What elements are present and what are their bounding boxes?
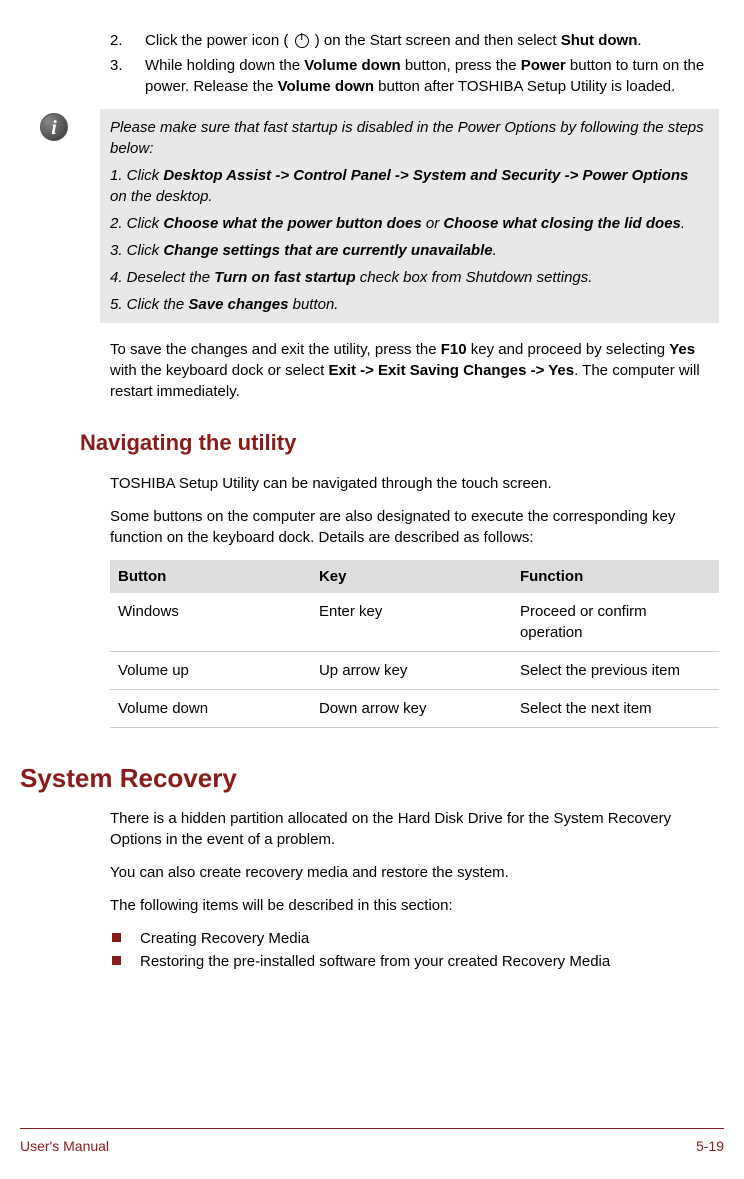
table-row: Windows Enter key Proceed or confirm ope… [110, 593, 719, 652]
note-content: Please make sure that fast startup is di… [100, 109, 719, 323]
th-button: Button [110, 560, 311, 593]
cell: Select the previous item [512, 651, 719, 689]
text: 1. Click [110, 167, 163, 184]
nav-table: Button Key Function Windows Enter key Pr… [110, 560, 719, 728]
text: . [681, 215, 685, 232]
bold-text: Shut down [561, 32, 638, 49]
bold-text: Choose what closing the lid does [443, 215, 681, 232]
recovery-p2: You can also create recovery media and r… [110, 862, 719, 883]
note-intro: Please make sure that fast startup is di… [110, 117, 709, 159]
text: 4. Deselect the [110, 269, 214, 286]
recovery-p1: There is a hidden partition allocated on… [110, 808, 719, 850]
bold-text: Exit -> Exit Saving Changes -> Yes [328, 362, 574, 379]
text: To save the changes and exit the utility… [110, 341, 441, 358]
bold-text: Choose what the power button does [163, 215, 421, 232]
text: . [637, 32, 641, 49]
step-number: 3. [110, 55, 145, 97]
list-step-2: 2. Click the power icon ( ) on the Start… [110, 30, 719, 51]
text: with the keyboard dock or select [110, 362, 328, 379]
bold-text: Turn on fast startup [214, 269, 355, 286]
text: ) on the Start screen and then select [311, 32, 561, 49]
text: 3. Click [110, 242, 163, 259]
table-header-row: Button Key Function [110, 560, 719, 593]
cell: Proceed or confirm operation [512, 593, 719, 652]
text: key and proceed by selecting [467, 341, 670, 358]
bold-text: Power [521, 57, 566, 74]
nav-p1: TOSHIBA Setup Utility can be navigated t… [110, 473, 719, 494]
text: button. [288, 296, 338, 313]
heading-system-recovery: System Recovery [20, 760, 719, 796]
text: . [493, 242, 497, 259]
footer-left: User's Manual [20, 1137, 109, 1157]
bold-text: Desktop Assist -> Control Panel -> Syste… [163, 167, 688, 184]
cell: Volume down [110, 689, 311, 727]
th-key: Key [311, 560, 512, 593]
bold-text: Volume down [304, 57, 400, 74]
bold-text: Change settings that are currently unava… [163, 242, 492, 259]
step-text: Click the power icon ( ) on the Start sc… [145, 30, 719, 51]
text: check box from Shutdown settings. [356, 269, 593, 286]
power-icon [295, 34, 309, 48]
cell: Windows [110, 593, 311, 652]
table-row: Volume up Up arrow key Select the previo… [110, 651, 719, 689]
list-item: Restoring the pre-installed software fro… [110, 951, 719, 972]
note-step-4: 4. Deselect the Turn on fast startup che… [110, 267, 709, 288]
text: or [422, 215, 444, 232]
note-icon-wrapper: i [35, 109, 100, 323]
bold-text: F10 [441, 341, 467, 358]
th-function: Function [512, 560, 719, 593]
cell: Enter key [311, 593, 512, 652]
info-icon: i [40, 113, 68, 141]
cell: Select the next item [512, 689, 719, 727]
cell: Up arrow key [311, 651, 512, 689]
text: Click the power icon ( [145, 32, 293, 49]
footer-right: 5-19 [696, 1137, 724, 1157]
recovery-bullets: Creating Recovery Media Restoring the pr… [110, 928, 719, 972]
note-step-2: 2. Click Choose what the power button do… [110, 213, 709, 234]
bold-text: Save changes [188, 296, 288, 313]
text: button after TOSHIBA Setup Utility is lo… [374, 78, 675, 95]
list-item: Creating Recovery Media [110, 928, 719, 949]
step-text: While holding down the Volume down butto… [145, 55, 719, 97]
step-number: 2. [110, 30, 145, 51]
bold-text: Yes [669, 341, 695, 358]
text: While holding down the [145, 57, 304, 74]
text: on the desktop. [110, 188, 213, 205]
cell: Down arrow key [311, 689, 512, 727]
note-step-3: 3. Click Change settings that are curren… [110, 240, 709, 261]
text: button, press the [401, 57, 521, 74]
list-step-3: 3. While holding down the Volume down bu… [110, 55, 719, 97]
page-footer: User's Manual 5-19 [20, 1128, 724, 1157]
nav-p2: Some buttons on the computer are also de… [110, 506, 719, 548]
note-box: i Please make sure that fast startup is … [35, 109, 719, 323]
text: 2. Click [110, 215, 163, 232]
heading-navigating: Navigating the utility [80, 428, 719, 459]
note-step-1: 1. Click Desktop Assist -> Control Panel… [110, 165, 709, 207]
text: 5. Click the [110, 296, 188, 313]
note-step-5: 5. Click the Save changes button. [110, 294, 709, 315]
cell: Volume up [110, 651, 311, 689]
recovery-p3: The following items will be described in… [110, 895, 719, 916]
table-row: Volume down Down arrow key Select the ne… [110, 689, 719, 727]
exit-paragraph: To save the changes and exit the utility… [110, 339, 719, 402]
bold-text: Volume down [278, 78, 374, 95]
